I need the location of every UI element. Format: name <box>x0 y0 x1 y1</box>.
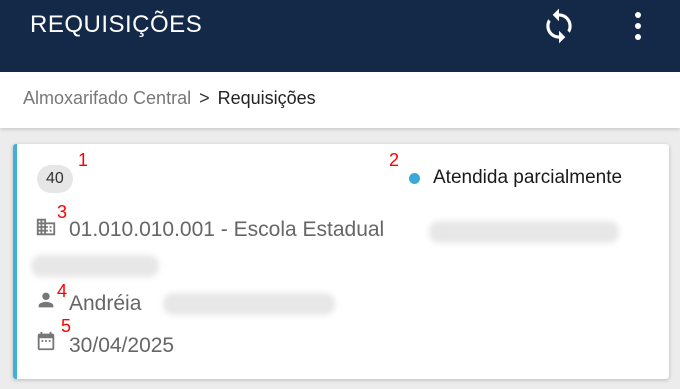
redacted-unit-name-continued <box>31 255 159 277</box>
redacted-unit-name <box>429 221 619 243</box>
annotation-marker: 4 <box>57 281 68 301</box>
breadcrumb-current: Requisições <box>217 88 316 108</box>
user-name-text: Andréia <box>69 292 142 315</box>
requisition-card[interactable]: 40 1 2 Atendida parcialmente 3 01.010.01… <box>13 144 669 379</box>
refresh-icon <box>546 8 572 44</box>
breadcrumb-parent[interactable]: Almoxarifado Central <box>23 88 191 109</box>
app-bar: REQUISIÇÕES <box>0 0 680 72</box>
unit-text: 01.010.010.001 - Escola Estadual <box>69 218 385 241</box>
breadcrumb-separator-icon: > <box>199 88 210 108</box>
redacted-user-surname <box>163 293 335 315</box>
page-title: REQUISIÇÕES <box>30 11 203 38</box>
building-icon <box>35 216 57 243</box>
status-label: Atendida parcialmente <box>433 167 623 188</box>
more-vert-icon <box>635 12 641 18</box>
annotation-marker: 1 <box>78 150 89 170</box>
status-dot-icon <box>409 172 420 184</box>
annotation-marker: 2 <box>389 150 400 170</box>
more-options-button[interactable] <box>620 4 656 48</box>
date-text: 30/04/2025 <box>69 334 175 357</box>
annotation-marker: 3 <box>57 202 68 222</box>
person-icon <box>35 289 57 316</box>
status-indicator: Atendida parcialmente <box>409 167 622 189</box>
requisition-number-badge: 40 <box>37 165 73 193</box>
refresh-button[interactable] <box>537 6 581 46</box>
calendar-icon <box>35 330 57 357</box>
breadcrumb-bar: Almoxarifado Central > Requisições <box>0 72 680 128</box>
breadcrumb: Almoxarifado Central > Requisições <box>23 88 316 109</box>
